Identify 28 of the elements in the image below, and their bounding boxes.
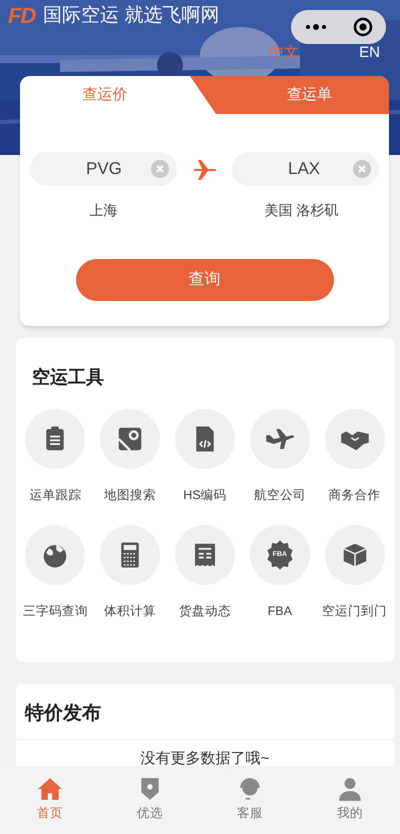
tool-item[interactable]: 地图搜索 [92,409,168,505]
section-title: 特价发布 [16,684,394,740]
language-option[interactable]: EN [359,42,380,64]
tool-item[interactable]: 航空公司 [242,409,318,505]
destination-city: 美国 洛杉矶 [264,201,340,220]
origin-city: 上海 [88,201,118,220]
tool-item[interactable]: 空运门到门 [317,524,392,620]
tool-item[interactable]: 商务合作 [317,409,392,505]
tool-item[interactable]: 运单跟踪 [18,409,93,505]
tab-bar-item[interactable]: 我的 [300,766,400,834]
tool-item[interactable]: 三字码查询 [18,524,93,620]
logo: FD [8,5,36,27]
app-title: 国际空运 就选飞啊网 [43,4,220,28]
airplane-icon [192,158,216,180]
more-icon[interactable] [304,23,328,31]
capsule-menu[interactable] [291,10,386,44]
tool-item[interactable]: 货盘动态 [168,524,242,620]
home-icon [36,776,64,802]
tab-bar-item[interactable]: 优选 [100,766,200,834]
empty-message: 没有更多数据了哦~ [140,750,270,768]
origin-field[interactable]: PVG [30,152,177,186]
tab-bar-item[interactable]: 客服 [200,766,300,834]
close-icon[interactable] [353,17,374,37]
destination-field[interactable]: LAX [232,152,379,186]
tool-item[interactable]: HS编码 [168,409,242,505]
section-title: 空运工具 [32,366,105,389]
user-icon [336,776,364,802]
tool-item[interactable]: 体积计算 [92,524,168,620]
